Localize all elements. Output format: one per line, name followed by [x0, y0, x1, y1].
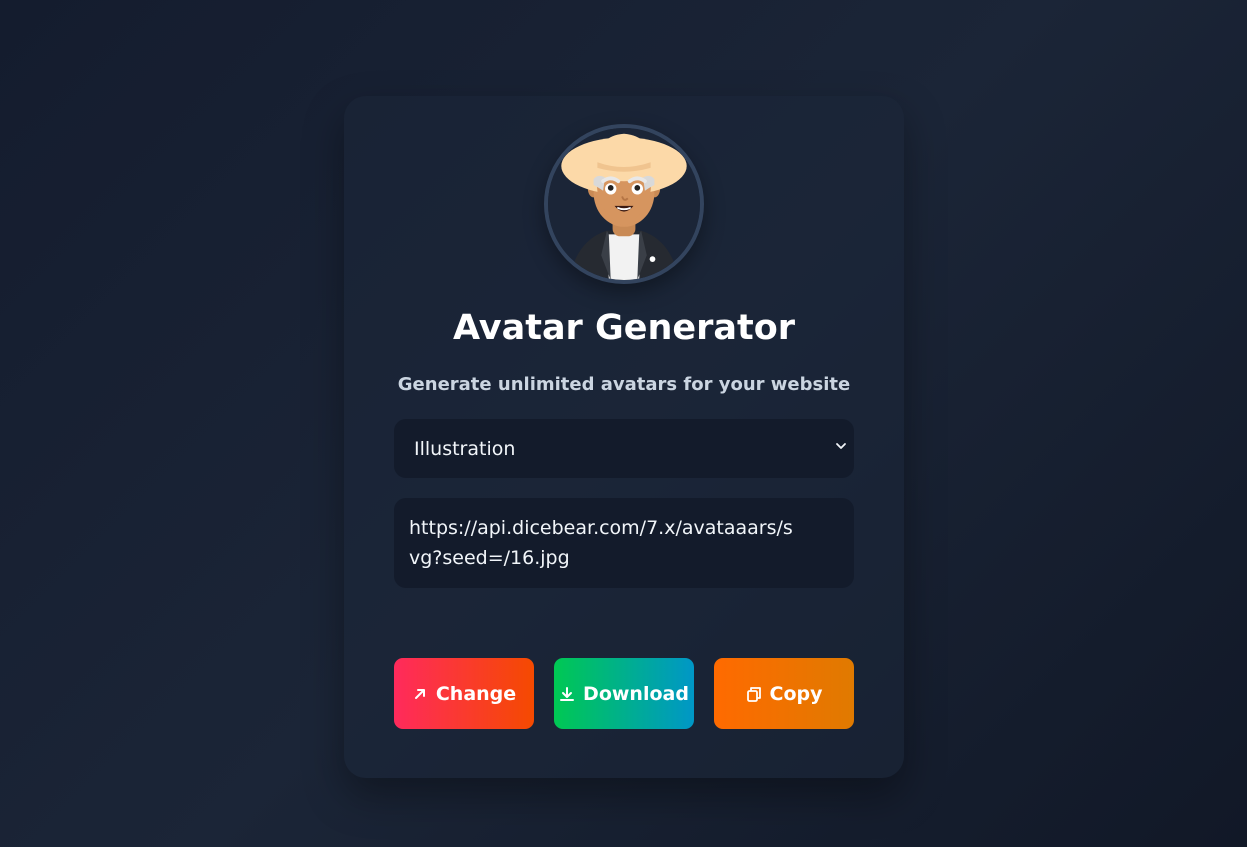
avatar-style-select[interactable]: Illustration — [394, 419, 854, 478]
download-button[interactable]: Download — [554, 658, 694, 729]
download-icon — [560, 686, 575, 701]
page-title: Avatar Generator — [452, 308, 796, 348]
change-button-label: Change — [435, 682, 517, 705]
avatar-illustration — [548, 128, 700, 280]
avatar-url-field[interactable]: https://api.dicebear.com/7.x/avataaars/s… — [394, 498, 854, 588]
download-button-label: Download — [583, 682, 689, 705]
arrow-up-right-icon — [414, 688, 425, 699]
copy-button-label: Copy — [769, 682, 823, 705]
avatar-style-selected-value: Illustration — [414, 437, 516, 460]
avatar-image — [544, 124, 704, 284]
change-button[interactable]: Change — [394, 658, 534, 729]
page-subtitle: Generate unlimited avatars for your webs… — [397, 374, 851, 395]
copy-button[interactable]: Copy — [714, 658, 854, 729]
copy-icon — [746, 686, 761, 702]
chevron-down-icon — [836, 443, 846, 449]
